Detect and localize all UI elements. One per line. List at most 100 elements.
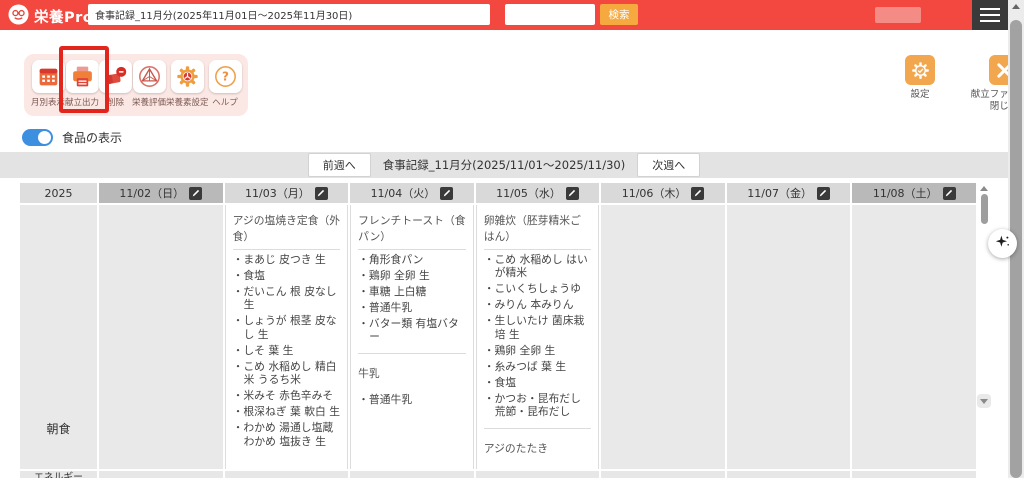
dish: 牛乳・普通牛乳 bbox=[358, 353, 466, 407]
toggle-label: 食品の表示 bbox=[62, 129, 122, 146]
toolbar-item-label: 削除 bbox=[107, 96, 124, 108]
toolbar-item-help[interactable]: ? ヘルプ bbox=[209, 60, 242, 108]
food-item: ・わかめ 湯通し塩蔵わかめ 塩抜き 生 bbox=[233, 421, 341, 448]
food-item: ・しそ 葉 生 bbox=[233, 344, 341, 357]
food-item: ・鶏卵 全卵 生 bbox=[358, 269, 466, 282]
page-scroll-up-icon[interactable] bbox=[1012, 4, 1020, 9]
table-scroll-down-icon bbox=[980, 399, 988, 404]
food-item: ・鶏卵 全卵 生 bbox=[484, 344, 592, 357]
next-week-button[interactable]: 次週へ bbox=[637, 153, 700, 177]
dish-title: フレンチトースト（食パン） bbox=[358, 208, 466, 250]
edit-date-icon[interactable] bbox=[691, 187, 704, 200]
dish: アジのたたき bbox=[484, 428, 592, 466]
evaluation-icon bbox=[133, 60, 166, 93]
toolbar-item-calendar[interactable]: 月別表示 bbox=[31, 60, 65, 108]
nutrient-value: 0 bbox=[852, 471, 976, 478]
edit-date-icon[interactable] bbox=[817, 187, 830, 200]
date-label: 11/08（土） bbox=[873, 185, 938, 201]
calendar-icon bbox=[32, 60, 65, 93]
nutrient-label: エネルギー kcal bbox=[20, 471, 97, 478]
food-item: ・米みそ 赤色辛みそ bbox=[233, 389, 341, 402]
food-item: ・こめ 水稲めし 精白米 うるち米 bbox=[233, 360, 341, 387]
date-label: 11/06（木） bbox=[622, 185, 687, 201]
action-label: 設定 bbox=[884, 89, 956, 101]
meal-cell-2[interactable]: フレンチトースト（食パン）・角形食パン・鶏卵 全卵 生・車糖 上白糖・普通牛乳・… bbox=[350, 205, 474, 469]
food-item: ・かつお・昆布だし 荒節・昆布だし bbox=[484, 392, 592, 419]
food-item: ・根深ねぎ 葉 軟白 生 bbox=[233, 405, 341, 418]
food-item: ・こめ 水稲めし はいが精米 bbox=[484, 253, 592, 280]
toolbar-item-label: 月別表示 bbox=[31, 96, 65, 108]
table-scroll-up-icon[interactable] bbox=[980, 186, 988, 191]
toolbar-item-label: 献立出力 bbox=[65, 96, 99, 108]
food-item: ・糸みつば 葉 生 bbox=[484, 360, 592, 373]
search-input[interactable] bbox=[505, 4, 595, 25]
food-item: ・普通牛乳 bbox=[358, 393, 466, 406]
nutrient-value: 0 bbox=[99, 471, 223, 478]
sparkle-icon bbox=[995, 234, 1011, 253]
food-display-toggle-row: 食品の表示 bbox=[22, 129, 122, 146]
meal-cell-4[interactable] bbox=[601, 205, 725, 469]
nutrient-value: 1225 bbox=[476, 471, 600, 478]
dish-title: アジのたたき bbox=[484, 436, 592, 466]
food-item: ・生しいたけ 菌床栽培 生 bbox=[484, 314, 592, 341]
nutrient-value: 1386 bbox=[225, 471, 349, 478]
food-item: ・食塩 bbox=[484, 376, 592, 389]
toolbar-item-nutrient-settings[interactable]: 栄養素設定 bbox=[166, 60, 209, 108]
edit-date-icon[interactable] bbox=[566, 187, 579, 200]
food-item: ・バター類 有塩バター bbox=[358, 317, 466, 344]
food-item: ・普通牛乳 bbox=[358, 301, 466, 314]
date-label: 11/03（月） bbox=[245, 185, 310, 201]
delete-icon bbox=[99, 60, 132, 93]
meal-cell-5[interactable] bbox=[727, 205, 851, 469]
page: 栄養ProCloud 検索 月別表示献立出力削除栄養評価栄養素設定? ヘルプ 設定… bbox=[0, 0, 1024, 478]
search-button[interactable]: 検索 bbox=[600, 4, 638, 25]
edit-date-icon[interactable] bbox=[440, 187, 453, 200]
toolbar-item-evaluation[interactable]: 栄養評価 bbox=[132, 60, 166, 108]
right-actions: 設定献立ファイルを閉じる bbox=[884, 55, 1024, 114]
action-settings-gear[interactable]: 設定 bbox=[884, 55, 956, 114]
sparkle-assistant-button[interactable] bbox=[988, 229, 1017, 258]
date-header-cell-6: 11/08（土） bbox=[852, 183, 976, 203]
week-title: 食事記録_11月分(2025/11/01～2025/11/30) bbox=[383, 157, 625, 173]
edit-date-icon[interactable] bbox=[189, 187, 202, 200]
user-badge bbox=[875, 7, 921, 23]
toolbar: 月別表示献立出力削除栄養評価栄養素設定? ヘルプ bbox=[24, 54, 248, 116]
toolbar-item-label: ヘルプ bbox=[212, 96, 238, 108]
table-scroll-thumb[interactable] bbox=[981, 194, 988, 224]
table-scrollbar bbox=[977, 186, 991, 408]
date-header-cell-2: 11/04（火） bbox=[350, 183, 474, 203]
help-icon: ? bbox=[209, 60, 242, 93]
edit-date-icon[interactable] bbox=[943, 187, 956, 200]
nutrient-rows: エネルギー kcal0138616841225000アミノ酸組成によるたんぱく質… bbox=[20, 471, 976, 478]
food-item: ・みりん 本みりん bbox=[484, 298, 592, 311]
food-item: ・しょうが 根茎 皮なし 生 bbox=[233, 314, 341, 341]
logo-mark-icon bbox=[8, 4, 29, 29]
toolbar-item-label: 栄養評価 bbox=[132, 96, 166, 108]
date-header-cell-0: 11/02（日） bbox=[99, 183, 223, 203]
settings-gear-icon bbox=[905, 55, 935, 85]
dish-title: 牛乳 bbox=[358, 361, 466, 391]
dish: フレンチトースト（食パン）・角形食パン・鶏卵 全卵 生・車糖 上白糖・普通牛乳・… bbox=[358, 208, 466, 344]
file-title-input[interactable] bbox=[88, 4, 490, 25]
prev-week-button[interactable]: 前週へ bbox=[308, 153, 371, 177]
toolbar-item-printer[interactable]: 献立出力 bbox=[65, 60, 99, 108]
date-header-cell-1: 11/03（月） bbox=[225, 183, 349, 203]
toolbar-item-delete[interactable]: 削除 bbox=[99, 60, 132, 108]
date-header-row: 2025 11/02（日）11/03（月）11/04（火）11/05（水）11/… bbox=[20, 183, 976, 203]
meal-cell-6[interactable] bbox=[852, 205, 976, 469]
meal-cell-1[interactable]: アジの塩焼き定食（外食）・まあじ 皮つき 生・食塩・だいこん 根 皮なし 生・し… bbox=[225, 205, 349, 469]
edit-date-icon[interactable] bbox=[315, 187, 328, 200]
hamburger-menu-icon[interactable] bbox=[972, 0, 1008, 30]
meal-cell-3[interactable]: 卵雑炊（胚芽精米ごはん）・こめ 水稲めし はいが精米・こいくちしょうゆ・みりん … bbox=[476, 205, 600, 469]
table-scroll-down-button[interactable] bbox=[977, 394, 991, 408]
toggle-knob bbox=[38, 131, 51, 144]
date-label: 11/02（日） bbox=[119, 185, 184, 201]
date-header-cell-3: 11/05（水） bbox=[476, 183, 600, 203]
app-header: 栄養ProCloud 検索 bbox=[0, 0, 1008, 30]
date-header-cell-5: 11/07（金） bbox=[727, 183, 851, 203]
nutrient-value: 0 bbox=[601, 471, 725, 478]
food-display-toggle[interactable] bbox=[22, 129, 53, 146]
meal-cell-0[interactable] bbox=[99, 205, 223, 469]
nutrient-value: 1684 bbox=[350, 471, 474, 478]
dish: アジの塩焼き定食（外食）・まあじ 皮つき 生・食塩・だいこん 根 皮なし 生・し… bbox=[233, 208, 341, 448]
